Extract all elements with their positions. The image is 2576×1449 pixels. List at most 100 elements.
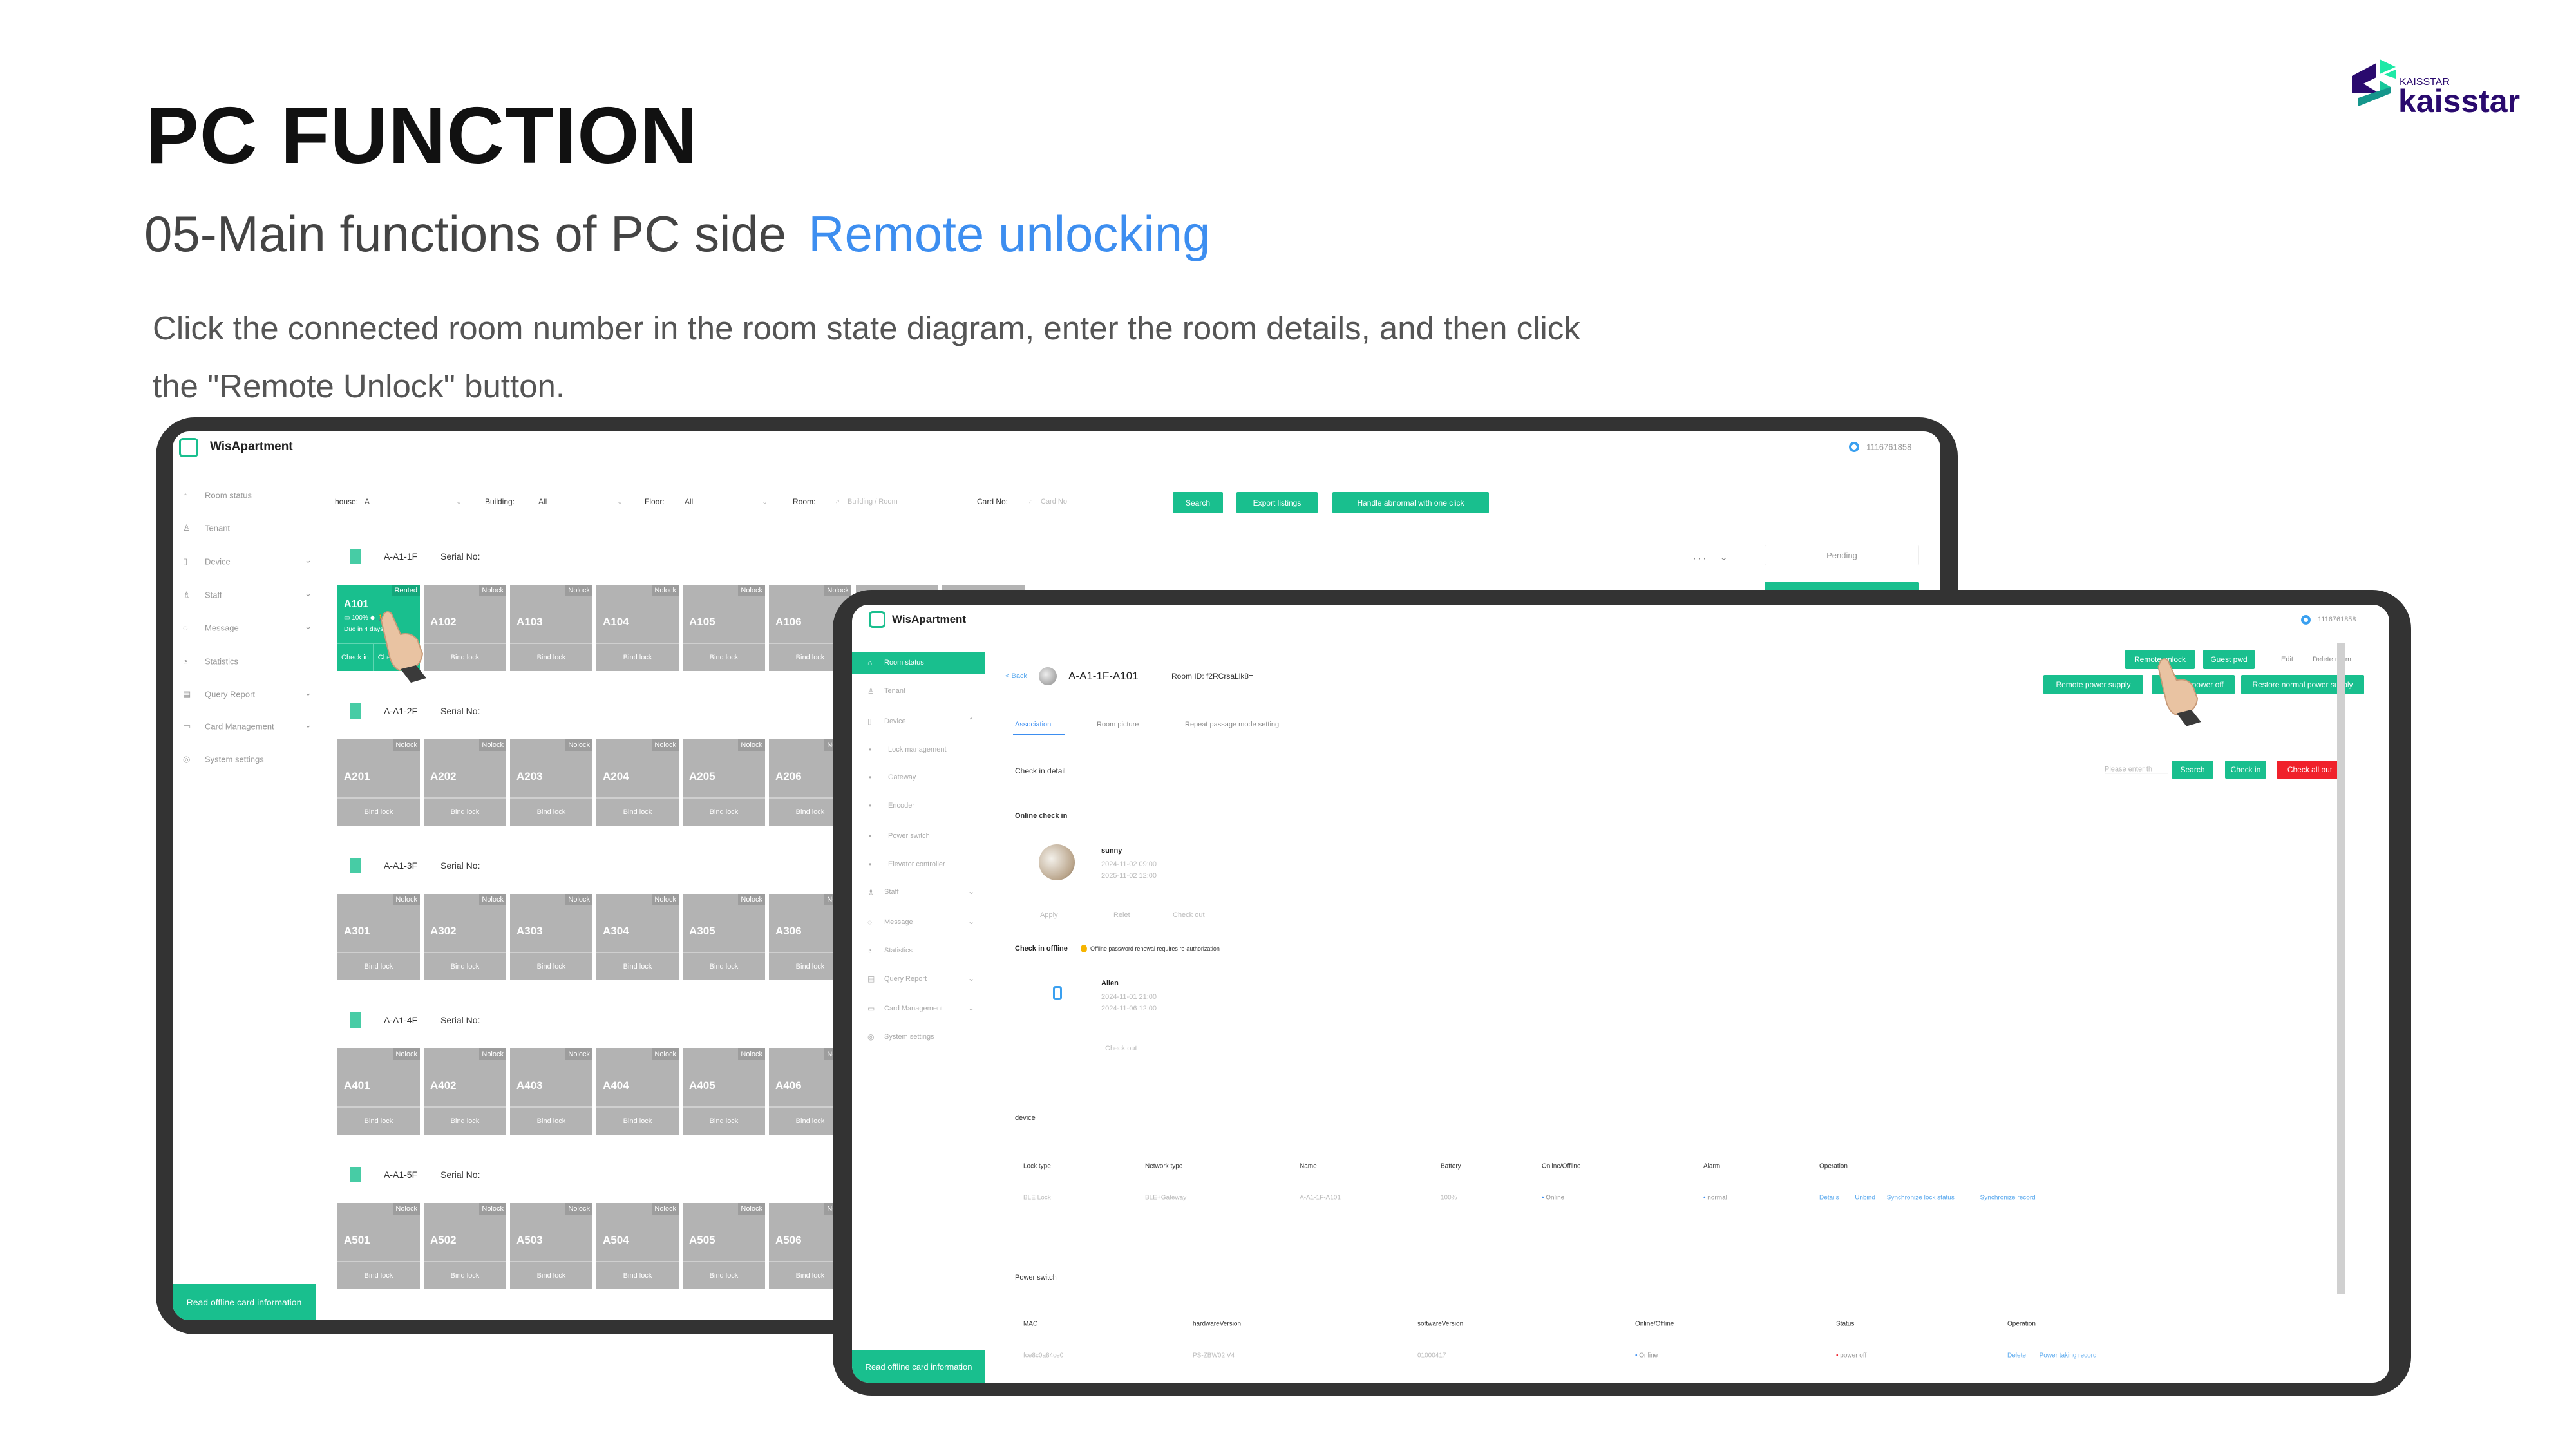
room-tile[interactable]: Nolock A501 Bind lock [337, 1203, 420, 1289]
bind-lock-button[interactable]: Bind lock [683, 797, 765, 826]
room-tile[interactable]: Nolock A503 Bind lock [510, 1203, 592, 1289]
building-select[interactable]: All [538, 497, 547, 506]
bind-lock-button[interactable]: Bind lock [510, 643, 592, 671]
user-id[interactable]: 1116761858 [2318, 616, 2356, 623]
bind-lock-button[interactable]: Bind lock [337, 1261, 420, 1289]
room-tile[interactable]: Nolock A103 Bind lock [510, 585, 592, 671]
relet-button[interactable]: Relet [1113, 911, 1130, 919]
bind-lock-button[interactable]: Bind lock [337, 1106, 420, 1135]
read-offline-card-button[interactable]: Read offline card information [852, 1350, 985, 1383]
room-tile[interactable]: Nolock A505 Bind lock [683, 1203, 765, 1289]
sidebar-item[interactable]: ◔ Statistics [173, 650, 324, 673]
bind-lock-button[interactable]: Bind lock [424, 952, 506, 980]
bind-lock-button[interactable]: Bind lock [424, 1106, 506, 1135]
sidebar-item[interactable]: • Gateway [852, 766, 985, 788]
floor-select[interactable]: All [685, 497, 693, 506]
bind-lock-button[interactable]: Bind lock [337, 952, 420, 980]
operation-link[interactable]: Synchronize lock status [1887, 1195, 1955, 1202]
handle-abnormal-button[interactable]: Handle abnormal with one click [1332, 492, 1489, 513]
sidebar-item[interactable]: ♙ Tenant [852, 680, 985, 702]
room-tile[interactable]: Nolock A401 Bind lock [337, 1048, 420, 1135]
sidebar-item[interactable]: ⌂ Room status [173, 484, 324, 507]
sidebar-item[interactable]: ▤ Query Report ⌄ [173, 683, 324, 706]
check-in-button[interactable]: Check in [2225, 761, 2266, 779]
bind-lock-button[interactable]: Bind lock [510, 952, 592, 980]
sidebar-item[interactable]: ◔ Statistics [852, 940, 985, 961]
sidebar-item[interactable]: ♗ Staff ⌄ [852, 881, 985, 903]
tab-repeat-passage-mode[interactable]: Repeat passage mode setting [1185, 721, 1279, 728]
room-tile[interactable]: Nolock A405 Bind lock [683, 1048, 765, 1135]
check-out-button[interactable]: Check out [1173, 911, 1205, 919]
sidebar-item[interactable]: ▤ Query Report ⌄ [852, 968, 985, 990]
room-tile[interactable]: Nolock A204 Bind lock [596, 739, 679, 826]
room-tile[interactable]: Nolock A402 Bind lock [424, 1048, 506, 1135]
room-tile[interactable]: Nolock A304 Bind lock [596, 894, 679, 980]
check-all-out-button[interactable]: Check all out [2277, 761, 2343, 779]
sidebar-item[interactable]: ▭ Card Management ⌄ [173, 715, 324, 738]
room-tile[interactable]: Nolock A201 Bind lock [337, 739, 420, 826]
bind-lock-button[interactable]: Bind lock [337, 797, 420, 826]
room-tile[interactable]: Nolock A504 Bind lock [596, 1203, 679, 1289]
bind-lock-button[interactable]: Bind lock [683, 643, 765, 671]
sidebar-item[interactable]: ◎ System settings [852, 1026, 985, 1048]
apply-button[interactable]: Apply [1040, 911, 1058, 919]
bind-lock-button[interactable]: Bind lock [683, 952, 765, 980]
bind-lock-button[interactable]: Bind lock [596, 1106, 679, 1135]
bind-lock-button[interactable]: Bind lock [510, 1106, 592, 1135]
room-tile[interactable]: Nolock A502 Bind lock [424, 1203, 506, 1289]
user-avatar-icon[interactable] [1849, 442, 1859, 452]
room-tile[interactable]: Nolock A203 Bind lock [510, 739, 592, 826]
sidebar-item[interactable]: ♗ Staff ⌄ [173, 583, 324, 607]
sidebar-item[interactable]: • Encoder [852, 795, 985, 817]
sidebar-item[interactable]: • Power switch [852, 825, 985, 847]
sidebar-item[interactable]: • Elevator controller [852, 853, 985, 875]
card-no-input[interactable]: Card No [1041, 498, 1067, 506]
room-tile[interactable]: Nolock A104 Bind lock [596, 585, 679, 671]
bind-lock-button[interactable]: Bind lock [596, 643, 679, 671]
room-tile[interactable]: Nolock A105 Bind lock [683, 585, 765, 671]
room-tile[interactable]: Nolock A301 Bind lock [337, 894, 420, 980]
pending-filter[interactable]: Pending [1765, 545, 1919, 565]
operation-link[interactable]: Synchronize record [1980, 1195, 2036, 1202]
bind-lock-button[interactable]: Bind lock [683, 1106, 765, 1135]
chevron-down-icon[interactable]: ⌄ [1719, 551, 1728, 564]
operation-link[interactable]: Details [1819, 1195, 1839, 1202]
bind-lock-button[interactable]: Bind lock [424, 797, 506, 826]
bind-lock-button[interactable]: Bind lock [596, 952, 679, 980]
check-in-button[interactable]: Check in [337, 644, 374, 671]
restore-power-button[interactable]: Restore normal power supply [2241, 675, 2364, 694]
operation-link[interactable]: Delete [2007, 1352, 2026, 1359]
export-listings-button[interactable]: Export listings [1236, 492, 1318, 513]
sidebar-item[interactable]: ▭ Card Management ⌄ [852, 998, 985, 1019]
tab-room-picture[interactable]: Room picture [1097, 721, 1139, 728]
guest-pwd-button[interactable]: Guest pwd [2203, 650, 2255, 669]
bind-lock-button[interactable]: Bind lock [683, 1261, 765, 1289]
bind-lock-button[interactable]: Bind lock [424, 1261, 506, 1289]
sidebar-item[interactable]: ▯ Device ⌃ [852, 710, 985, 732]
room-tile[interactable]: Nolock A404 Bind lock [596, 1048, 679, 1135]
more-icon[interactable]: ··· [1692, 552, 1708, 565]
edit-button[interactable]: Edit [2281, 656, 2293, 663]
sidebar-item[interactable]: ▯ Device ⌄ [173, 550, 324, 573]
room-tile[interactable]: Nolock A305 Bind lock [683, 894, 765, 980]
room-input[interactable]: Building / Room [848, 498, 898, 506]
offline-check-out-button[interactable]: Check out [1105, 1045, 1137, 1052]
sidebar-item[interactable]: • Lock management [852, 739, 985, 761]
remote-power-supply-button[interactable]: Remote power supply [2043, 675, 2143, 694]
read-offline-card-button[interactable]: Read offline card information [173, 1284, 316, 1320]
search-button[interactable]: Search [2172, 761, 2213, 779]
search-input[interactable]: Please enter th [2105, 766, 2168, 774]
sidebar-item[interactable]: ◌ Message ⌄ [852, 911, 985, 933]
room-tile[interactable]: Nolock A303 Bind lock [510, 894, 592, 980]
bind-lock-button[interactable]: Bind lock [510, 1261, 592, 1289]
back-link[interactable]: < Back [1005, 672, 1027, 680]
tab-association[interactable]: Association [1015, 721, 1051, 728]
delete-room-button[interactable]: Delete room [2313, 656, 2351, 663]
operation-link[interactable]: Unbind [1855, 1195, 1875, 1202]
room-tile[interactable]: Nolock A302 Bind lock [424, 894, 506, 980]
sidebar-item[interactable]: ⌂ Room status [852, 652, 985, 674]
bind-lock-button[interactable]: Bind lock [510, 797, 592, 826]
operation-link[interactable]: Power taking record [2040, 1352, 2097, 1359]
house-select[interactable]: A [365, 497, 461, 506]
user-id[interactable]: 1116761858 [1866, 442, 1911, 452]
